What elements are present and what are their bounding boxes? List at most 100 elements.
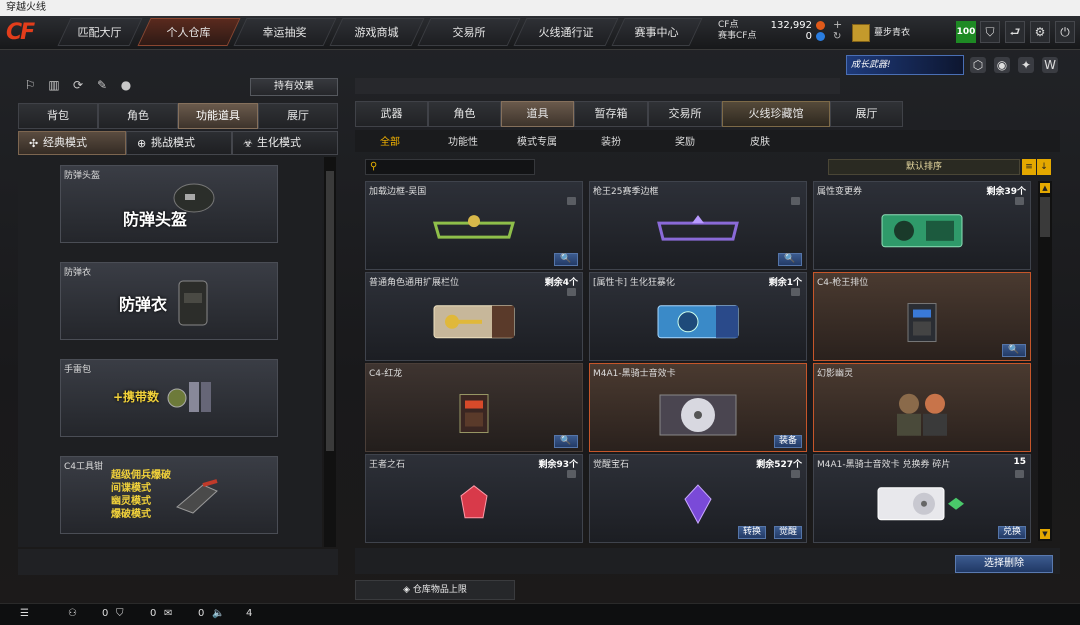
item-card[interactable]: [属性卡] 生化狂暴化 剩余1个 (589, 272, 807, 361)
nav-tab-pass[interactable]: 火线通行证 (513, 18, 619, 46)
lock-icon (567, 470, 576, 478)
mode-label: 生化模式 (257, 136, 301, 149)
right-tab-exchange[interactable]: 交易所 (648, 101, 722, 127)
list-item[interactable]: 防弹头盔 防弹头盔 (60, 165, 278, 243)
vest-icon (178, 280, 208, 326)
awaken-button[interactable]: 觉醒 (773, 526, 802, 539)
search-icon[interactable]: 🔍 (554, 253, 578, 266)
item-card[interactable]: C4-红龙 🔍 (365, 363, 583, 452)
right-tab-gallery[interactable]: 展厅 (830, 101, 903, 127)
item-card[interactable]: 王者之石 剩余93个 (365, 454, 583, 543)
game-logo[interactable]: CF (6, 18, 56, 48)
chat-icon[interactable]: ✉ (164, 608, 172, 619)
layers-icon: ◈ (403, 585, 413, 595)
nav-tab-events[interactable]: 赛事中心 (611, 18, 703, 46)
right-tab-collection[interactable]: 火线珍藏馆 (722, 101, 830, 127)
right-tab-weapons[interactable]: 武器 (355, 101, 428, 127)
growth-weapon-banner[interactable]: 成长武器! (846, 55, 964, 75)
nav-tab-storage[interactable]: 个人仓库 (137, 18, 241, 46)
subtab-skin[interactable]: 皮肤 (750, 133, 770, 148)
tools-icon[interactable]: ✎ (94, 78, 110, 94)
nav-tab-exchange[interactable]: 交易所 (417, 18, 521, 46)
left-footer (18, 549, 338, 575)
search-icon[interactable]: 🔍 (554, 435, 578, 448)
right-tab-storage-box[interactable]: 暂存箱 (574, 101, 648, 127)
mode-classic[interactable]: ✣ 经典模式 (18, 131, 126, 155)
subtab-all[interactable]: 全部 (380, 133, 400, 148)
item-card[interactable]: 枪王25赛季边框 🔍 (589, 181, 807, 270)
gear-icon[interactable]: ⚙ (1030, 21, 1050, 43)
item-card[interactable]: 觉醒宝石 剩余527个 转换 觉醒 (589, 454, 807, 543)
left-scrollbar[interactable] (324, 157, 336, 547)
right-tab-items[interactable]: 道具 (501, 101, 574, 127)
convert-button[interactable]: 转换 (737, 526, 766, 539)
right-tab-characters[interactable]: 角色 (428, 101, 501, 127)
item-card[interactable]: 加载边框-吴国 🔍 (365, 181, 583, 270)
item-card[interactable]: C4-枪王排位 🔍 (813, 272, 1031, 361)
redeem-button[interactable]: 兑换 (997, 526, 1026, 539)
cycle-icon[interactable]: ⟳ (70, 78, 86, 94)
nav-tab-label: 幸运抽奖 (262, 26, 307, 39)
mode-zombie[interactable]: ☣ 生化模式 (232, 131, 338, 155)
item-card[interactable]: M4A1-黑骑士音效卡 装备 (589, 363, 807, 452)
subtab-reward[interactable]: 奖励 (675, 133, 695, 148)
left-tab-gallery[interactable]: 展厅 (258, 103, 338, 129)
grenade-icon[interactable]: ● (118, 78, 134, 94)
mode-label: 挑战模式 (151, 136, 195, 149)
scroll-up-icon[interactable]: ▲ (1040, 183, 1050, 193)
lock-icon (1015, 470, 1024, 478)
c4-bomb-icon (907, 302, 937, 342)
grid-scrollbar[interactable]: ▲ ▼ (1038, 181, 1052, 541)
clan-icon[interactable]: ⛉ (116, 608, 124, 619)
search-icon[interactable]: 🔍 (1002, 344, 1026, 357)
add-currency-icon[interactable]: + (833, 18, 842, 31)
lock-icon (567, 288, 576, 296)
list-view-icon[interactable]: ≡ (1022, 159, 1036, 175)
friends-icon[interactable]: ⚇ (68, 608, 77, 619)
owned-effects-button[interactable]: 持有效果 (250, 78, 338, 96)
shield-icon[interactable]: ⛉ (980, 21, 1000, 43)
list-item[interactable]: 防弹衣 防弹衣 (60, 262, 278, 340)
item-card[interactable]: M4A1-黑骑士音效卡 兑换券 碎片 15 兑换 (813, 454, 1031, 543)
badge-icon[interactable]: ⬡ (970, 57, 986, 73)
sort-order-icon[interactable]: ↓ (1037, 159, 1051, 175)
sort-dropdown[interactable]: 默认排序 (828, 159, 1020, 175)
subtab-mode-exclusive[interactable]: 模式专属 (517, 133, 557, 148)
scroll-thumb[interactable] (326, 171, 334, 451)
list-item[interactable]: C4工具钳 超级佣兵爆破 间谍模式 幽灵模式 爆破模式 (60, 456, 278, 534)
scroll-thumb[interactable] (1040, 197, 1050, 237)
chart-icon[interactable]: ▥ (46, 78, 62, 94)
power-icon[interactable]: ⏻ (1055, 21, 1075, 43)
subtab-outfit[interactable]: 装扮 (601, 133, 621, 148)
pliers-icon (176, 479, 218, 514)
left-tab-bag[interactable]: 背包 (18, 103, 98, 129)
item-card[interactable]: 属性变更券 剩余39个 (813, 181, 1031, 270)
refresh-icon[interactable]: ↻ (833, 31, 841, 42)
equip-button[interactable]: 装备 (773, 435, 802, 448)
wing-icon[interactable]: W (1042, 57, 1058, 73)
item-card[interactable]: 幻影幽灵 (813, 363, 1031, 452)
nav-tab-shop[interactable]: 游戏商城 (329, 18, 425, 46)
scroll-down-icon[interactable]: ▼ (1040, 529, 1050, 539)
nav-tab-lottery[interactable]: 幸运抽奖 (233, 18, 337, 46)
user-profile[interactable]: 蔓步青衣 (852, 21, 948, 45)
item-name: [属性卡] 生化狂暴化 (593, 278, 675, 288)
search-input[interactable]: ⚲ (365, 159, 535, 175)
search-icon[interactable]: 🔍 (778, 253, 802, 266)
left-tab-function-items[interactable]: 功能道具 (178, 103, 258, 129)
mode-challenge[interactable]: ⊕ 挑战模式 (126, 131, 232, 155)
menu-icon[interactable]: ☰ (20, 608, 29, 619)
return-icon[interactable]: ⮐ (1005, 21, 1025, 43)
list-item[interactable]: 手雷包 +携带数 (60, 359, 278, 437)
item-card[interactable]: 普通角色通用扩展栏位 剩余4个 (365, 272, 583, 361)
left-tab-character[interactable]: 角色 (98, 103, 178, 129)
nav-tab-lobby[interactable]: 匹配大厅 (57, 18, 143, 46)
counter-icon[interactable]: ⚐ (22, 78, 38, 94)
subtab-functional[interactable]: 功能性 (448, 133, 478, 148)
item-name: 普通角色通用扩展栏位 (369, 278, 460, 288)
shield-emblem-icon[interactable]: ✦ (1018, 57, 1034, 73)
select-delete-button[interactable]: 选择删除 (955, 555, 1053, 573)
globe-icon[interactable]: ◉ (994, 57, 1010, 73)
speaker-icon[interactable]: 🔈 (212, 608, 224, 619)
storage-limit-bar[interactable]: ◈ 仓库物品上限 (355, 580, 515, 600)
